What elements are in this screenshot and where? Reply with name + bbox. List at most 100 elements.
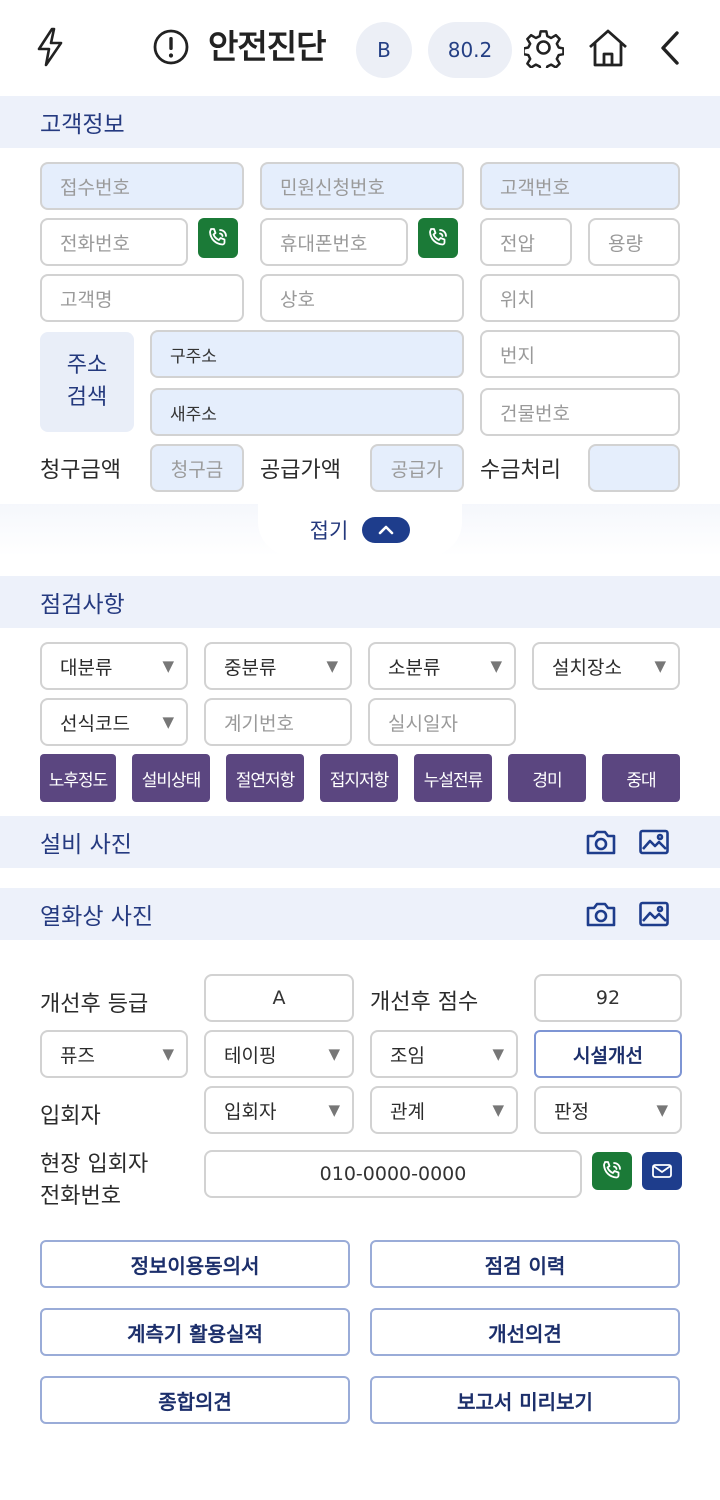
select-value: 관계 [390,1100,425,1123]
mail-icon [652,1164,672,1178]
major-category-select[interactable]: 대분류 ▼ [40,642,188,690]
select-value: 선식코드 [60,712,130,735]
supply-label: 공급가액 [260,458,341,483]
aging-button[interactable]: 노후정도 [40,754,116,802]
receipt-no-input[interactable]: 접수번호 [40,162,244,210]
address-search-label-2: 검색 [66,385,108,410]
grade-badge: B [356,22,412,78]
score-after-input[interactable]: 92 [534,974,682,1022]
camera-icon[interactable] [584,898,618,930]
site-phone-label-1: 현장 입회자 [40,1152,149,1177]
phone-call-icon [209,228,227,246]
major-button[interactable]: 중대 [602,754,680,802]
collapse-button[interactable]: 접기 [258,504,462,556]
customer-name-input[interactable]: 고객명 [40,274,244,322]
page-title: 안전진단 [208,27,326,66]
phone-call-icon [603,1161,621,1179]
judgement-select[interactable]: 판정 ▼ [534,1086,682,1134]
customer-section-title: 고객정보 [40,112,125,138]
taping-select[interactable]: 테이핑 ▼ [204,1030,354,1078]
facility-improvement-button[interactable]: 시설개선 [534,1030,682,1078]
minor-category-select[interactable]: 소분류 ▼ [368,642,516,690]
improvement-opinion-button[interactable]: 개선의견 [370,1308,680,1356]
camera-icon[interactable] [584,826,618,858]
select-value: 테이핑 [224,1044,277,1067]
fuse-select[interactable]: 퓨즈 ▼ [40,1030,188,1078]
minor-button[interactable]: 경미 [508,754,586,802]
select-value: 판정 [554,1100,589,1123]
triangle-down-icon: ▼ [492,1101,504,1119]
triangle-down-icon: ▼ [490,657,502,675]
leakage-current-button[interactable]: 누설전류 [414,754,492,802]
address-search-label-1: 주소 [66,353,108,378]
business-name-input[interactable]: 상호 [260,274,464,322]
location-input[interactable]: 위치 [480,274,680,322]
grade-after-input[interactable]: A [204,974,354,1022]
insulation-resistance-button[interactable]: 절연저항 [226,754,304,802]
attendee-select[interactable]: 입회자 ▼ [204,1086,354,1134]
phone-input[interactable]: 전화번호 [40,218,188,266]
civil-no-input[interactable]: 민원신청번호 [260,162,464,210]
equipment-photo-title: 설비 사진 [40,832,132,858]
install-location-select[interactable]: 설치장소 ▼ [532,642,680,690]
triangle-down-icon: ▼ [162,713,174,731]
home-icon[interactable] [584,26,632,70]
relation-select[interactable]: 관계 ▼ [370,1086,518,1134]
triangle-down-icon: ▼ [656,1101,668,1119]
collect-label: 수금처리 [480,458,561,483]
select-value: 대분류 [60,656,113,679]
summary-opinion-button[interactable]: 종합의견 [40,1376,350,1424]
site-phone-label-2: 전화번호 [40,1184,121,1209]
back-icon[interactable] [652,26,688,70]
score-badge: 80.2 [428,22,512,78]
billing-input[interactable]: 청구금 [150,444,244,492]
inspection-history-button[interactable]: 점검 이력 [370,1240,680,1288]
report-preview-button[interactable]: 보고서 미리보기 [370,1376,680,1424]
site-phone-input[interactable]: 010-0000-0000 [204,1150,582,1198]
capacity-input[interactable]: 용량 [588,218,680,266]
gallery-icon[interactable] [636,826,672,858]
site-phone-message-button[interactable] [642,1152,682,1190]
old-address-input[interactable]: 구주소 [150,330,464,378]
wiring-code-select[interactable]: 선식코드 ▼ [40,698,188,746]
score-after-label: 개선후 점수 [370,990,479,1015]
collapse-label: 접기 [309,519,349,543]
inspection-section-title: 점검사항 [40,592,125,618]
equipment-status-button[interactable]: 설비상태 [132,754,210,802]
consent-form-button[interactable]: 정보이용동의서 [40,1240,350,1288]
triangle-down-icon: ▼ [162,1045,174,1063]
phone-call-button[interactable] [198,218,238,258]
collect-input[interactable] [588,444,680,492]
customer-section-header: 고객정보 [0,96,720,148]
triangle-down-icon: ▼ [328,1101,340,1119]
voltage-input[interactable]: 전압 [480,218,572,266]
building-no-input[interactable]: 건물번호 [480,388,680,436]
inspection-section-header: 점검사항 [0,576,720,628]
triangle-down-icon: ▼ [162,657,174,675]
new-address-input[interactable]: 새주소 [150,388,464,436]
meter-usage-button[interactable]: 계측기 활용실적 [40,1308,350,1356]
supply-input[interactable]: 공급가 [370,444,464,492]
address-search-button[interactable]: 주소 검색 [40,332,134,432]
triangle-down-icon: ▼ [654,657,666,675]
lot-no-input[interactable]: 번지 [480,330,680,378]
phone-call-icon [429,228,447,246]
select-value: 입회자 [224,1100,277,1123]
settings-icon[interactable] [522,26,566,70]
mobile-call-button[interactable] [418,218,458,258]
tighten-select[interactable]: 조임 ▼ [370,1030,518,1078]
gallery-icon[interactable] [636,898,672,930]
select-value: 중분류 [224,656,277,679]
chevron-up-icon [362,517,411,543]
mobile-input[interactable]: 휴대폰번호 [260,218,408,266]
inspection-date-input[interactable]: 실시일자 [368,698,516,746]
alert-icon[interactable] [150,26,192,68]
meter-no-input[interactable]: 계기번호 [204,698,352,746]
middle-category-select[interactable]: 중분류 ▼ [204,642,352,690]
customer-no-input[interactable]: 고객번호 [480,162,680,210]
ground-resistance-button[interactable]: 접지저항 [320,754,398,802]
select-value: 소분류 [388,656,441,679]
attendee-label: 입회자 [40,1104,101,1129]
flash-icon[interactable] [30,26,70,68]
site-phone-call-button[interactable] [592,1152,632,1190]
